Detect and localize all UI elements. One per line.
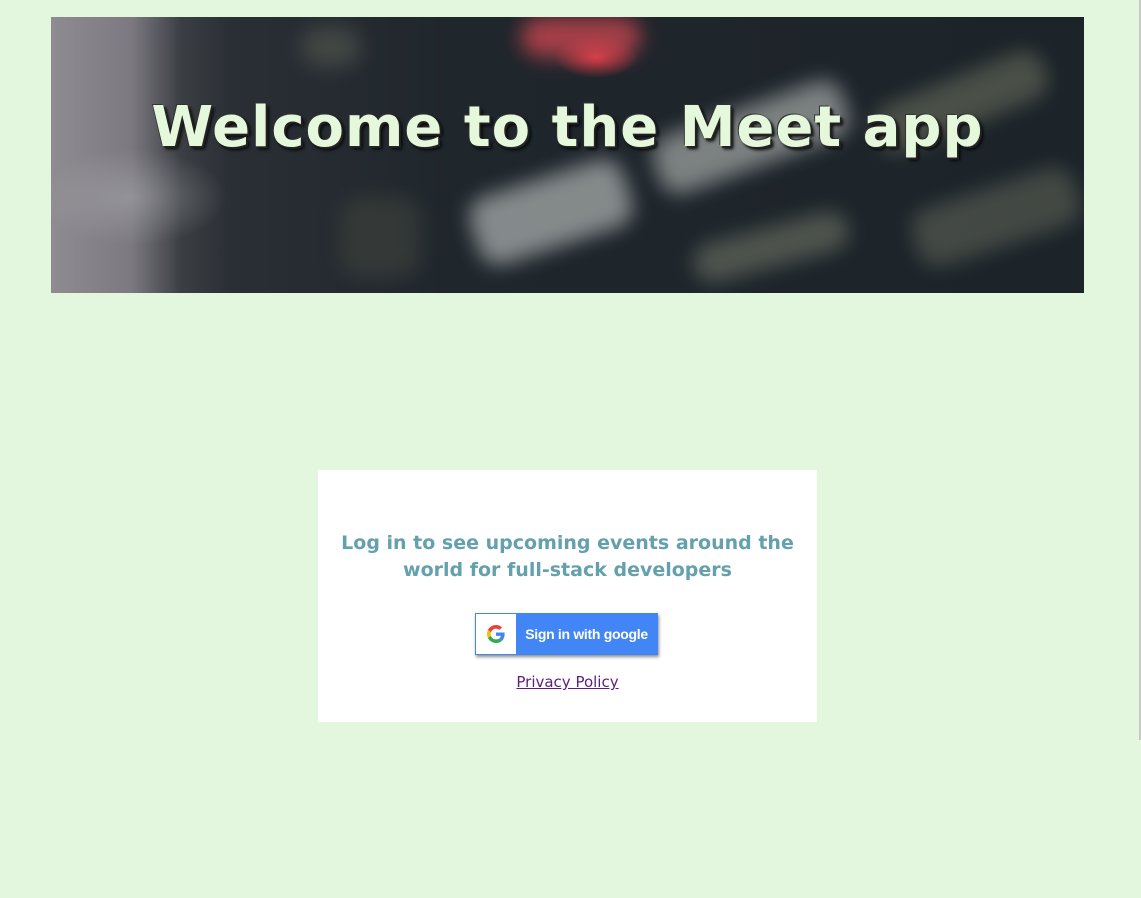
hero-bokeh — [341, 197, 421, 277]
hero-bokeh — [521, 17, 641, 57]
hero-bokeh — [464, 153, 638, 271]
privacy-policy-container: Privacy Policy — [318, 673, 817, 691]
hero-banner: Welcome to the Meet app — [51, 17, 1084, 293]
hero-bokeh — [905, 162, 1084, 272]
login-card: Log in to see upcoming events around the… — [318, 470, 817, 722]
google-g-logo-icon — [487, 625, 505, 643]
hero-bokeh — [688, 206, 854, 288]
google-sign-in-label: Sign in with google — [525, 626, 648, 642]
google-icon-container — [476, 614, 516, 654]
google-sign-in-button[interactable]: Sign in with google — [475, 613, 658, 655]
page-title: Welcome to the Meet app — [151, 95, 984, 160]
login-message: Log in to see upcoming events around the… — [341, 532, 794, 581]
privacy-policy-link[interactable]: Privacy Policy — [516, 673, 618, 691]
hero-bokeh — [301, 27, 361, 67]
